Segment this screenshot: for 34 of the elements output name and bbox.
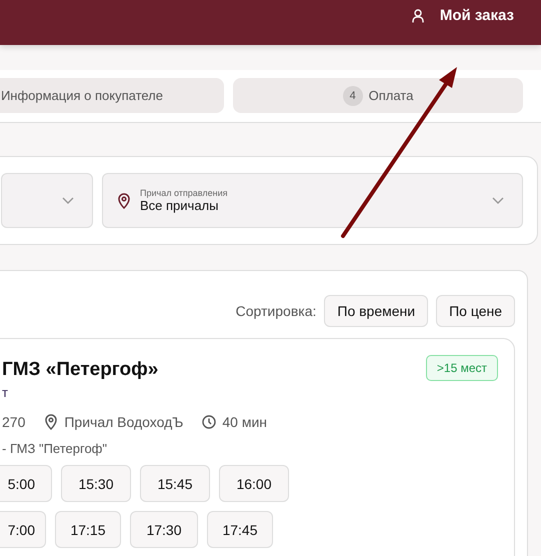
chevron-down-icon (492, 196, 504, 204)
time-slot-button[interactable]: 17:45 (207, 511, 273, 548)
step-number: 4 (342, 86, 363, 106)
time-slot-button[interactable]: 17:15 (55, 511, 121, 548)
pier-select[interactable]: Причал отправления Все причалы (102, 173, 523, 228)
field-label: Причал отправления (140, 188, 228, 198)
time-slot-button[interactable]: 7:00 (0, 511, 46, 548)
route-text: - ГМЗ "Петергоф" (2, 441, 108, 456)
duration-text: 40 мин (222, 414, 267, 430)
price-text: 270 (2, 414, 26, 430)
time-slot-button[interactable]: 15:30 (61, 465, 131, 502)
seats-badge: >15 мест (426, 355, 498, 381)
sort-button[interactable]: По времени (324, 295, 428, 327)
sort-button[interactable]: По цене (436, 295, 515, 327)
step-tab[interactable]: Информация о покупателе (0, 78, 224, 113)
sort-label: Сортировка: (236, 303, 316, 319)
location-pin-icon (117, 192, 131, 208)
pier-text: Причал ВодоходЪ (64, 414, 184, 430)
location-pin-icon (44, 414, 58, 430)
time-slot-button[interactable]: 5:00 (0, 465, 52, 502)
select-field[interactable] (1, 173, 93, 228)
trip-title: ГМЗ «Петергоф» (2, 359, 158, 381)
trip-subtitle: т (2, 385, 9, 400)
user-icon (412, 8, 424, 22)
time-slot-button[interactable]: 16:00 (219, 465, 289, 502)
my-order-link[interactable]: Мой заказ (412, 7, 514, 24)
step-label: Информация о покупателе (0, 88, 163, 103)
time-slot-button[interactable]: 15:45 (140, 465, 210, 502)
clock-icon (202, 415, 216, 429)
step-tab[interactable]: 4 Оплата (233, 78, 523, 113)
time-slot-button[interactable]: 17:30 (130, 511, 198, 548)
chevron-down-icon (62, 196, 74, 204)
field-value: Все причалы (140, 198, 220, 213)
step-label: Оплата (368, 88, 414, 103)
